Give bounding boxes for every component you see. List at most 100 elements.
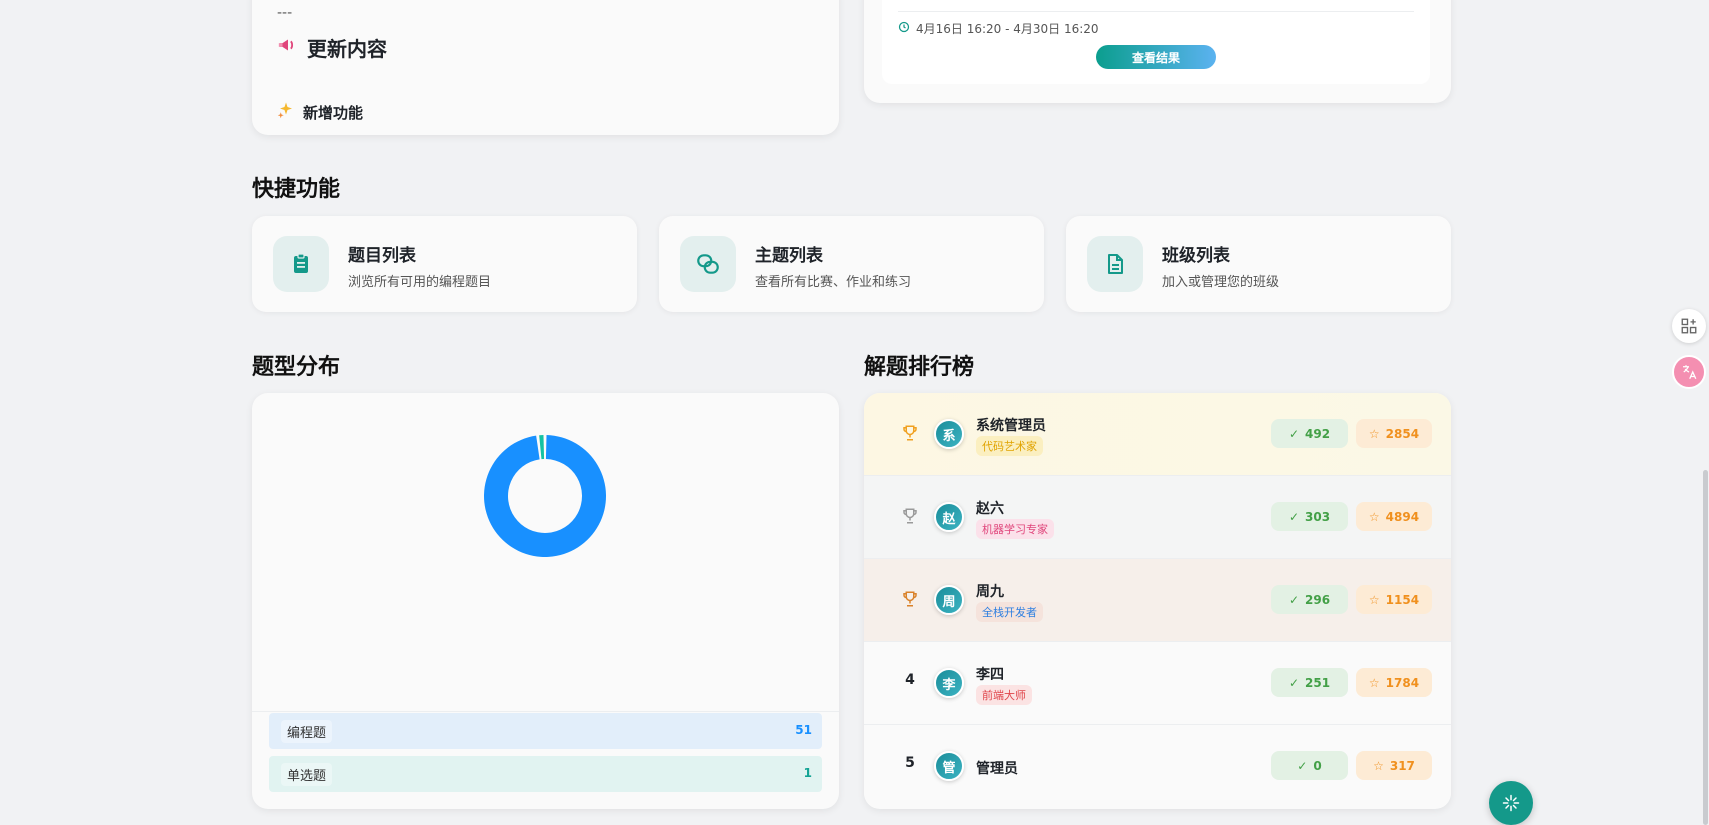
score-badge: ☆ 1154 (1356, 585, 1432, 614)
rank-number: 5 (905, 755, 915, 771)
solved-count: 0 (1313, 758, 1322, 773)
translate-icon[interactable] (1672, 355, 1706, 389)
score-badge: ☆ 1784 (1356, 668, 1432, 697)
user-title-badge: 全栈开发者 (976, 602, 1043, 622)
megaphone-icon (277, 34, 299, 61)
star-icon: ☆ (1368, 509, 1380, 524)
distribution-donut-chart (484, 435, 606, 557)
update-title: 更新内容 (277, 33, 387, 62)
legend-label: 编程题 (281, 720, 333, 743)
donut-slice-1[interactable] (539, 435, 545, 460)
solved-count-badge: ✓ 492 (1271, 419, 1348, 448)
check-icon: ✓ (1288, 592, 1299, 607)
quick-card-title: 题目列表 (348, 246, 416, 266)
check-icon: ✓ (1297, 758, 1308, 773)
leaderboard-row[interactable]: 4 李李四前端大师 ✓ 251 ☆ 1784 (864, 642, 1451, 725)
solved-count: 251 (1305, 675, 1331, 690)
leaderboard-row[interactable]: 周周九全栈开发者 ✓ 296 ☆ 1154 (864, 559, 1451, 642)
star-icon: ☆ (1368, 426, 1380, 441)
user-title-badge: 代码艺术家 (976, 436, 1043, 456)
quick-card-desc: 浏览所有可用的编程题目 (348, 275, 492, 290)
divider (252, 711, 839, 712)
legend-row-single-choice[interactable]: 单选题 1 (269, 756, 822, 792)
solved-count: 492 (1305, 426, 1331, 441)
solved-count: 303 (1305, 509, 1331, 524)
quick-card-classes[interactable]: 班级列表 加入或管理您的班级 (1066, 216, 1451, 312)
distribution-section-title: 题型分布 (252, 355, 341, 380)
clock-icon (898, 21, 910, 36)
check-icon: ✓ (1288, 675, 1299, 690)
user-name: 赵六 (976, 501, 1004, 517)
star-icon: ☆ (1368, 592, 1380, 607)
quick-section-title: 快捷功能 (252, 177, 341, 202)
solved-count-badge: ✓ 0 (1271, 751, 1348, 780)
avatar: 赵 (934, 502, 964, 532)
legend-value: 51 (795, 723, 812, 737)
donut-slice-0[interactable] (484, 435, 606, 557)
sparkle-icon[interactable] (1489, 781, 1533, 825)
exam-item: 4月16日 16:20 - 4月30日 16:20 查看结果 (882, 0, 1430, 84)
legend-row-programming[interactable]: 编程题 51 (269, 713, 822, 749)
legend-label: 单选题 (281, 763, 333, 786)
score-value: 2854 (1385, 426, 1420, 441)
document-icon (1087, 236, 1143, 292)
score-value: 1784 (1385, 675, 1420, 690)
update-subtitle: 新增功能 (277, 101, 363, 123)
solved-count-badge: ✓ 296 (1271, 585, 1348, 614)
rank-number: 4 (905, 672, 915, 688)
avatar: 周 (934, 585, 964, 615)
divider (898, 11, 1414, 12)
solved-count-badge: ✓ 251 (1271, 668, 1348, 697)
distribution-card: 编程题 51 单选题 1 (252, 393, 839, 809)
trophy-icon (901, 506, 919, 530)
leaderboard-card: 系系统管理员代码艺术家 ✓ 492 ☆ 2854 赵赵六机器学习专家 ✓ 303 ☆ 4894 周周… (864, 393, 1451, 809)
star-icon: ☆ (1368, 675, 1380, 690)
sparkles-icon (277, 101, 295, 123)
quick-card-title: 主题列表 (755, 246, 823, 266)
avatar: 系 (934, 419, 964, 449)
quick-card-desc: 加入或管理您的班级 (1162, 275, 1280, 290)
solved-count: 296 (1305, 592, 1331, 607)
score-value: 317 (1389, 758, 1415, 773)
legend-value: 1 (803, 766, 812, 780)
avatar: 李 (934, 668, 964, 698)
score-value: 1154 (1385, 592, 1420, 607)
user-title-badge: 机器学习专家 (976, 519, 1054, 539)
leaderboard-row[interactable]: 5 管管理员 ✓ 0 ☆ 317 (864, 725, 1451, 808)
quick-card-desc: 查看所有比赛、作业和练习 (755, 275, 912, 290)
trophy-icon (901, 423, 919, 447)
update-title-text: 更新内容 (307, 37, 387, 61)
update-divider-text: --- (277, 5, 293, 21)
link-icon (680, 236, 736, 292)
avatar: 管 (934, 751, 964, 781)
score-badge: ☆ 317 (1356, 751, 1432, 780)
view-results-button[interactable]: 查看结果 (1096, 45, 1216, 69)
star-icon: ☆ (1373, 758, 1384, 773)
quick-card-topics[interactable]: 主题列表 查看所有比赛、作业和练习 (659, 216, 1044, 312)
user-title-badge: 前端大师 (976, 685, 1032, 705)
user-name: 管理员 (976, 761, 1018, 777)
score-value: 4894 (1385, 509, 1420, 524)
solved-count-badge: ✓ 303 (1271, 502, 1348, 531)
leaderboard-row[interactable]: 系系统管理员代码艺术家 ✓ 492 ☆ 2854 (864, 393, 1451, 476)
leaderboard-row[interactable]: 赵赵六机器学习专家 ✓ 303 ☆ 4894 (864, 476, 1451, 559)
quick-card-problems[interactable]: 题目列表 浏览所有可用的编程题目 (252, 216, 637, 312)
user-name: 周九 (976, 584, 1004, 600)
update-notes-card: --- 更新内容 新增功能 (252, 0, 839, 135)
exam-time-text: 4月16日 16:20 - 4月30日 16:20 (916, 22, 1099, 36)
score-badge: ☆ 2854 (1356, 419, 1432, 448)
leaderboard-section-title: 解题排行榜 (864, 355, 975, 380)
exam-card: 4月16日 16:20 - 4月30日 16:20 查看结果 (864, 0, 1451, 103)
page-scrollbar[interactable] (1703, 470, 1708, 825)
apps-add-icon[interactable] (1672, 309, 1706, 343)
check-icon: ✓ (1288, 509, 1299, 524)
update-subtitle-text: 新增功能 (303, 103, 364, 122)
check-icon: ✓ (1288, 426, 1299, 441)
user-name: 李四 (976, 667, 1004, 683)
score-badge: ☆ 4894 (1356, 502, 1432, 531)
clipboard-icon (273, 236, 329, 292)
quick-card-title: 班级列表 (1162, 246, 1230, 266)
user-name: 系统管理员 (976, 418, 1046, 434)
trophy-icon (901, 589, 919, 613)
exam-time: 4月16日 16:20 - 4月30日 16:20 (898, 20, 1099, 37)
